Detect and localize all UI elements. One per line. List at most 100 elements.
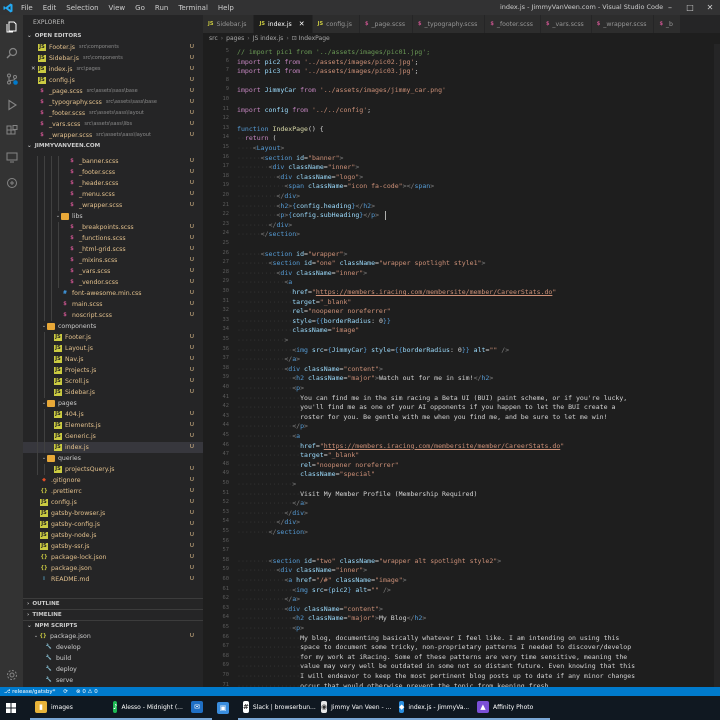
menu-view[interactable]: View	[104, 4, 131, 12]
code-line[interactable]: ··············rel="noopener noreferrer"	[237, 307, 391, 315]
code-line[interactable]: ··············<a	[237, 432, 300, 440]
code-line[interactable]: // import pic1 from '../assets/images/pi…	[237, 48, 430, 56]
code-line[interactable]: ··············<p>	[237, 624, 304, 632]
code-line[interactable]: ············</a>	[237, 355, 300, 363]
code-line[interactable]: ··············className="image"	[237, 326, 359, 334]
code-line[interactable]: ······<section id="wrapper">	[237, 250, 347, 258]
code-line[interactable]: ··········<div className="inner">	[237, 566, 367, 574]
code-line[interactable]: ············<span className="icon fa-cod…	[237, 182, 434, 190]
tab-sidebarjs[interactable]: JS Sidebar.js	[203, 15, 255, 33]
folder-item[interactable]: ⌄ queries	[23, 453, 203, 464]
open-editors-section[interactable]: ⌄ OPEN EDITORS	[23, 31, 203, 42]
code-line[interactable]: ············</div>	[237, 509, 308, 517]
extensions-icon[interactable]	[4, 123, 19, 138]
tab-varsscss[interactable]: $ _vars.scss	[540, 15, 592, 33]
tree-item[interactable]: i README.md U	[23, 574, 203, 585]
search-icon[interactable]	[4, 45, 19, 60]
code-line[interactable]: ··········<div className="inner">	[237, 269, 367, 277]
open-editor-item[interactable]: JS Sidebar.js src\components U	[23, 53, 203, 64]
tree-item[interactable]: {} .prettierrc U	[23, 486, 203, 497]
tree-item[interactable]: ◆ .gitignore U	[23, 475, 203, 486]
tree-item[interactable]: # font-awesome.min.css U	[23, 288, 203, 299]
tree-item[interactable]: $ _menu.scss U	[23, 189, 203, 200]
code-line[interactable]: ················My blog, documenting bas…	[237, 634, 619, 642]
code-line[interactable]: ················you'll find me as one of…	[237, 403, 615, 411]
breadcrumb-item[interactable]: JS index.js	[253, 35, 284, 42]
code-line[interactable]: ··············</a>	[237, 499, 308, 507]
code-line[interactable]: ······<section id="banner">	[237, 154, 344, 162]
code-line[interactable]: ··············>	[237, 480, 296, 488]
code-line[interactable]: ················roster for you. Be gentl…	[237, 413, 608, 421]
tree-item[interactable]: JS gatsby-ssr.js U	[23, 541, 203, 552]
open-editor-item[interactable]: JS Footer.js src\components U	[23, 42, 203, 53]
breadcrumb-item[interactable]: src	[209, 35, 218, 42]
tree-item[interactable]: $ _header.scss U	[23, 178, 203, 189]
tree-item[interactable]: JS Nav.js U	[23, 354, 203, 365]
code-line[interactable]: import config from '../../config';	[237, 106, 371, 114]
tree-item[interactable]: JS Projects.js U	[23, 365, 203, 376]
code-line[interactable]: ············<a	[237, 278, 292, 286]
tree-item[interactable]: $ noscript.scss U	[23, 310, 203, 321]
tree-item[interactable]: JS Elements.js U	[23, 420, 203, 431]
source-control-icon[interactable]	[4, 71, 19, 86]
tab-wrapperscss[interactable]: $ _wrapper.scss	[591, 15, 655, 33]
taskbar-app[interactable]: ◆ index.js - JimmyVa...	[394, 696, 472, 720]
tree-item[interactable]: JS Layout.js U	[23, 343, 203, 354]
code-line[interactable]: ················Visit My Member Profile …	[237, 490, 477, 498]
tab-footerscss[interactable]: $ _footer.scss	[485, 15, 541, 33]
code-line[interactable]: ················for my work at iRacing. …	[237, 653, 627, 661]
code-line[interactable]: ··········</div>	[237, 518, 300, 526]
open-editor-item[interactable]: $ _footer.scss src\assets\sass\layout U	[23, 108, 203, 119]
code-line[interactable]: ········<section id="two" className="wra…	[237, 557, 501, 565]
taskbar-app[interactable]: # Slack | browserbun...	[238, 696, 316, 720]
code-line[interactable]: ··············target="_blank"	[237, 298, 351, 306]
tree-item[interactable]: JS 404.js U	[23, 409, 203, 420]
taskbar-app[interactable]: ✉	[186, 696, 212, 720]
problems-indicator[interactable]: ⊗ 0 ⚠ 0	[76, 689, 98, 695]
tree-item[interactable]: JS Scroll.js U	[23, 376, 203, 387]
code-line[interactable]: ··········<div className="logo">	[237, 173, 363, 181]
code-line[interactable]: ············</a>	[237, 595, 300, 603]
code-line[interactable]: ················className="special"	[237, 470, 375, 478]
tree-item[interactable]: JS config.js U	[23, 497, 203, 508]
branch-indicator[interactable]: ⎇ release/gatsby*	[4, 689, 55, 695]
code-line[interactable]: import JimmyCar from '../assets/images/j…	[237, 86, 446, 94]
tree-item[interactable]: $ _breakpoints.scss U	[23, 222, 203, 233]
code-line[interactable]: ················space to document some t…	[237, 643, 631, 651]
taskbar-app[interactable]: ♪ Alesso - Midnight (...	[108, 696, 186, 720]
taskbar-app[interactable]: ◉ Jimmy Van Veen - ...	[316, 696, 394, 720]
tree-item[interactable]: JS index.js U	[23, 442, 203, 453]
open-editor-item[interactable]: $ _typography.scss src\assets\sass\base U	[23, 97, 203, 108]
tree-item[interactable]: JS projectsQuery.js U	[23, 464, 203, 475]
code-line[interactable]: ················target="_blank"	[237, 451, 359, 459]
tree-item[interactable]: $ _html-grid.scss U	[23, 244, 203, 255]
code-line[interactable]: import pic3 from '../assets/images/pic03…	[237, 67, 418, 75]
tree-item[interactable]: $ _vendor.scss U	[23, 277, 203, 288]
run-debug-icon[interactable]	[4, 97, 19, 112]
taskbar-app[interactable]: ▲ Affinity Photo	[472, 696, 550, 720]
code-line[interactable]: function IndexPage() {	[237, 125, 324, 133]
tree-item[interactable]: JS gatsby-browser.js U	[23, 508, 203, 519]
breadcrumb-item[interactable]: pages	[226, 35, 244, 42]
npm-scripts-section[interactable]: ⌄ NPM SCRIPTS	[23, 620, 203, 631]
tab-typographyscss[interactable]: $ _typography.scss	[413, 15, 486, 33]
npm-script-item[interactable]: 🔧 develop	[23, 642, 203, 653]
code-line[interactable]: ····<Layout>	[237, 144, 284, 152]
code-line[interactable]: ······</section>	[237, 230, 300, 238]
code-line[interactable]: ··············<img src={JimmyCar} style=…	[237, 346, 509, 354]
code-line[interactable]: ··············<h2 className="major">Watc…	[237, 374, 493, 382]
code-line[interactable]: ··············<p>	[237, 384, 304, 392]
remote-explorer-icon[interactable]	[4, 149, 19, 164]
tree-item[interactable]: $ _banner.scss U	[23, 156, 203, 167]
code-line[interactable]: ············>	[237, 336, 288, 344]
tree-item[interactable]: $ _vars.scss U	[23, 266, 203, 277]
timeline-section[interactable]: › TIMELINE	[23, 609, 203, 620]
code-line[interactable]: ··········<h2>{config.heading}</h2>	[237, 202, 375, 210]
code-line[interactable]: ··············<img src={pic2} alt="" />	[237, 586, 391, 594]
open-editor-item[interactable]: $ _page.scss src\assets\sass\base U	[23, 86, 203, 97]
code-line[interactable]: ········<div className="inner">	[237, 163, 359, 171]
code-line[interactable]: import pic2 from '../assets/images/pic02…	[237, 58, 418, 66]
tree-item[interactable]: JS Footer.js U	[23, 332, 203, 343]
tab-pagescss[interactable]: $ _page.scss	[359, 15, 414, 33]
tree-item[interactable]: $ _mixins.scss U	[23, 255, 203, 266]
